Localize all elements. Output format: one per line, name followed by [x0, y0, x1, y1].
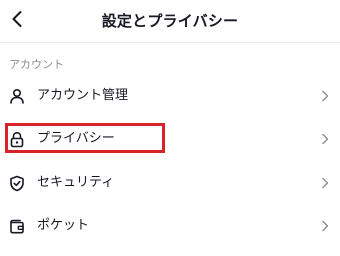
chevron-right-icon: [320, 89, 330, 103]
menu-item-pocket[interactable]: ポケット: [0, 207, 340, 245]
page-title: 設定とプライバシー: [101, 12, 239, 30]
menu-item-label: セキュリティ: [37, 175, 115, 190]
shield-icon: [8, 174, 26, 192]
chevron-right-icon: [320, 176, 330, 190]
lock-icon: [8, 130, 26, 148]
person-icon: [8, 87, 26, 105]
menu-item-security[interactable]: セキュリティ: [0, 164, 340, 202]
header: 設定とプライバシー: [0, 0, 340, 42]
menu-item-label: アカウント管理: [37, 88, 129, 103]
chevron-right-icon: [320, 219, 330, 233]
wallet-icon: [8, 217, 26, 235]
chevron-right-icon: [320, 132, 330, 146]
menu-item-label: ポケット: [37, 218, 90, 233]
menu-item-label: プライバシー: [37, 131, 115, 146]
header-divider: [0, 42, 340, 43]
section-label-account: アカウント: [9, 58, 64, 71]
menu-item-privacy[interactable]: プライバシー: [0, 120, 340, 158]
menu-item-account-management[interactable]: アカウント管理: [0, 77, 340, 115]
